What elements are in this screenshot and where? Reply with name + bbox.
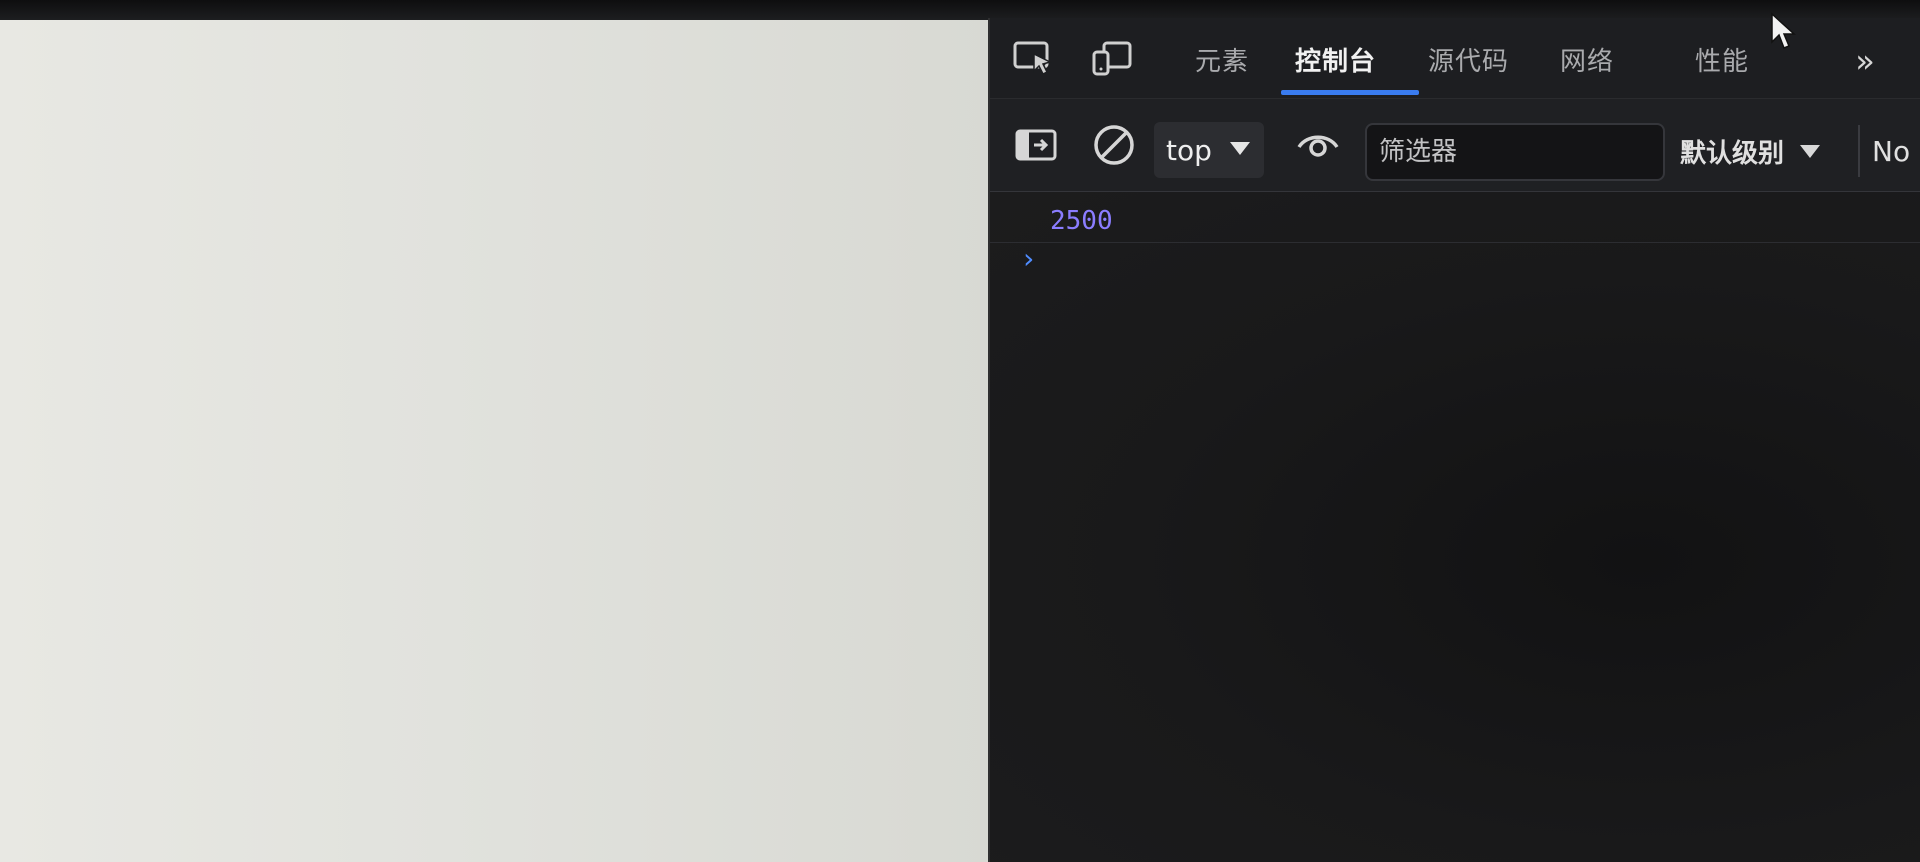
console-output[interactable]: 2500 › [990,192,1920,862]
console-number-value: 2500 [1050,206,1113,236]
devtools-panel: 元素 控制台 源代码 网络 性能 » top 筛选器 默认级别 No 2500 … [990,18,1920,862]
console-log-entry: 2500 [990,200,1920,243]
web-page-viewport[interactable] [0,20,993,862]
issues-label: No [1872,134,1911,168]
chevron-down-icon [1230,142,1250,155]
live-expression-icon[interactable] [1292,121,1344,169]
active-tab-indicator [1281,90,1419,95]
tab-console[interactable]: 控制台 [1285,36,1386,82]
device-toolbar-icon[interactable] [1088,36,1136,80]
issues-button[interactable]: No [1872,129,1910,173]
console-prompt-icon[interactable]: › [1020,242,1037,275]
screen-bezel [0,0,1920,20]
clear-console-icon[interactable] [1088,121,1140,169]
show-sidebar-icon[interactable] [1010,121,1062,169]
chevron-down-icon [1800,144,1821,158]
tab-elements[interactable]: 元素 [1185,36,1259,82]
mouse-cursor-icon [1771,12,1796,49]
log-levels-dropdown[interactable]: 默认级别 [1680,129,1821,173]
inspect-element-icon[interactable] [1010,36,1058,80]
tab-network[interactable]: 网络 [1550,36,1624,82]
context-selector[interactable]: top [1154,122,1264,178]
toolbar-divider [1858,125,1860,177]
log-levels-label: 默认级别 [1680,138,1785,169]
tab-performance[interactable]: 性能 [1685,36,1759,82]
console-toolbar: top 默认级别 No [990,99,1920,192]
tab-sources[interactable]: 源代码 [1418,36,1519,82]
filter-input[interactable] [1365,123,1665,181]
context-selector-value: top [1166,133,1212,167]
more-tabs-icon[interactable]: » [1845,42,1885,80]
